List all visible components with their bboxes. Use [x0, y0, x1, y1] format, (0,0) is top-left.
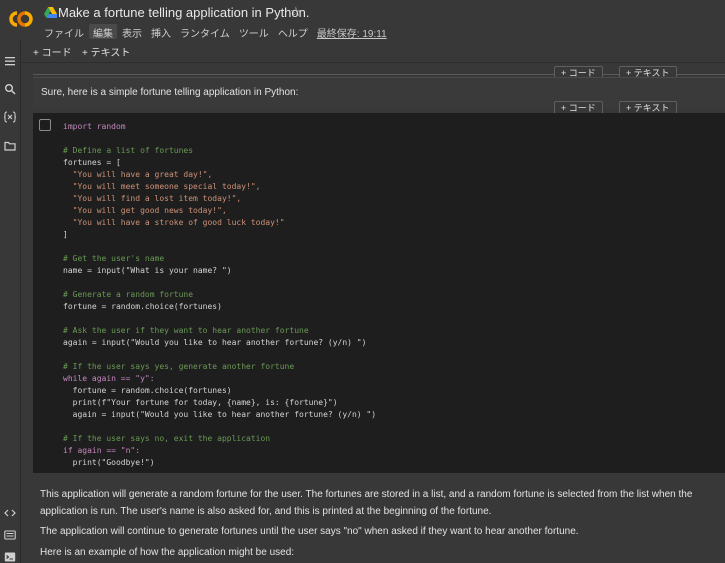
code-line: "You will find a lost item today!", [63, 194, 242, 203]
colab-logo[interactable] [8, 9, 34, 29]
code-line: # Ask the user if they want to hear anot… [63, 326, 309, 335]
code-icon[interactable] [4, 507, 16, 519]
header: Make a fortune telling application in Py… [0, 0, 725, 40]
menu-view[interactable]: 表示 [118, 24, 146, 40]
run-cell-button[interactable] [39, 119, 51, 131]
code-line: "You will meet someone special today!", [63, 182, 261, 191]
drive-icon[interactable] [44, 7, 57, 18]
code-editor[interactable]: import random # Define a list of fortune… [63, 121, 376, 469]
code-line: "You will get good news today!", [63, 206, 227, 215]
notebook-title[interactable]: Make a fortune telling application in Py… [58, 5, 310, 20]
code-line: # If the user says no, exit the applicat… [63, 434, 271, 443]
star-icon[interactable]: ☆ [290, 4, 302, 20]
code-line: import random [63, 122, 126, 131]
code-line: # Get the user's name [63, 254, 165, 263]
menu-help[interactable]: ヘルプ [274, 24, 312, 40]
left-rail [0, 40, 20, 563]
terminal-icon[interactable] [4, 551, 16, 563]
last-saved-link[interactable]: 最終保存: 19:11 [313, 24, 391, 40]
code-line: ] [63, 230, 68, 239]
menu-edit[interactable]: 編集 [89, 24, 117, 40]
folder-icon[interactable] [4, 140, 16, 152]
code-line: # Define a list of fortunes [63, 146, 194, 155]
code-line: fortune = random.choice(fortunes) [63, 386, 232, 395]
code-line: fortune = random.choice(fortunes) [63, 302, 222, 311]
menu-bar: ファイル 編集 表示 挿入 ランタイム ツール ヘルプ 最終保存: 19:11 [40, 24, 392, 40]
output-paragraph-3: Here is an example of how the applicatio… [40, 547, 295, 558]
code-line: again = input("Would you like to hear an… [63, 338, 367, 347]
output-paragraph-1: This application will generate a random … [40, 489, 693, 517]
code-line: name = input("What is your name? ") [63, 266, 232, 275]
code-line: while again == "y": [63, 374, 155, 383]
code-line: # Generate a random fortune [63, 290, 194, 299]
code-line: again = input("Would you like to hear an… [63, 410, 377, 419]
output-paragraph-2: The application will continue to generat… [40, 526, 579, 537]
code-line: fortunes = [ [63, 158, 121, 167]
menu-runtime[interactable]: ランタイム [176, 24, 234, 40]
add-text-button[interactable]: + テキスト [82, 44, 130, 59]
notebook-content: + コード + テキスト Sure, here is a simple fort… [21, 63, 725, 563]
variables-icon[interactable] [4, 111, 16, 123]
menu-file[interactable]: ファイル [40, 24, 88, 40]
code-line: if again == "n": [63, 446, 141, 455]
notebook-toolbar: + コード + テキスト [21, 40, 725, 63]
code-line: "You will have a stroke of good luck tod… [63, 218, 285, 227]
code-line: print("Goodbye!") [63, 458, 155, 467]
code-line: # If the user says yes, generate another… [63, 362, 295, 371]
menu-icon[interactable] [4, 55, 16, 67]
code-line: "You will have a great day!", [63, 170, 213, 179]
text-cell-content: Sure, here is a simple fortune telling a… [41, 87, 299, 98]
menu-tools[interactable]: ツール [235, 24, 273, 40]
code-line: print(f"Your fortune for today, {name}, … [63, 398, 338, 407]
menu-insert[interactable]: 挿入 [147, 24, 175, 40]
add-code-button[interactable]: + コード [33, 44, 72, 59]
command-icon[interactable] [4, 529, 16, 541]
code-cell[interactable]: import random # Define a list of fortune… [33, 113, 725, 473]
search-icon[interactable] [4, 83, 16, 95]
